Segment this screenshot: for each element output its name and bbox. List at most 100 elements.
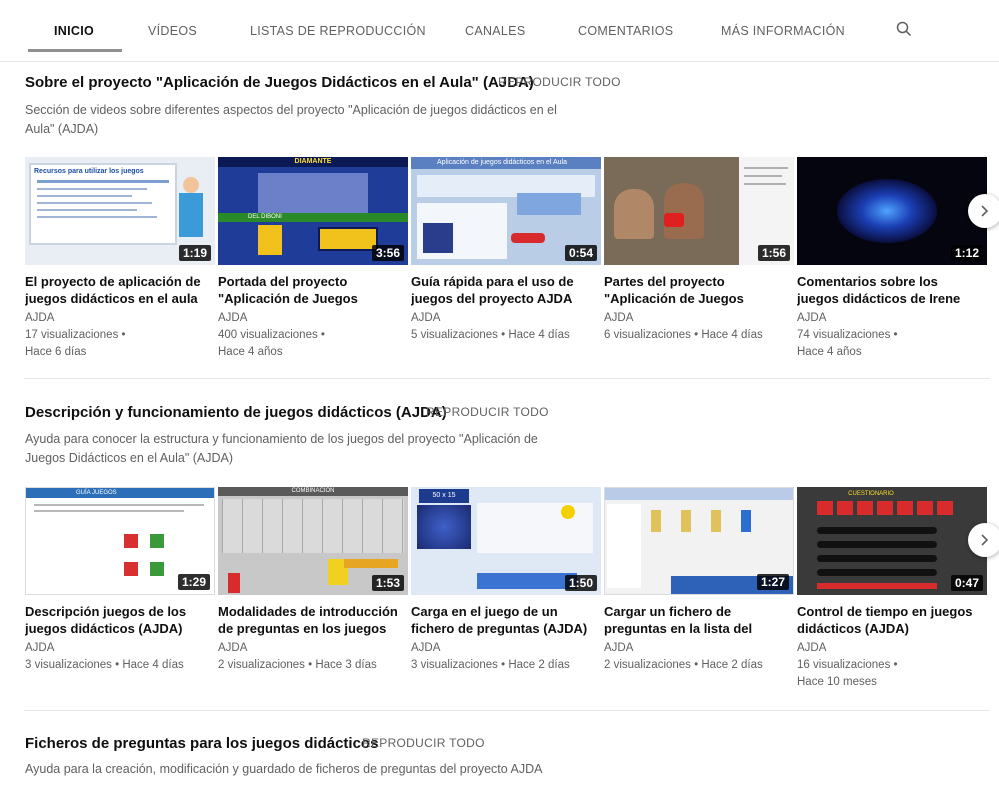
video-meta: 74 visualizaciones • Hace 4 años [797, 327, 977, 361]
slide-heading: Recursos para utilizar los juegos [34, 168, 144, 175]
video-meta: 2 visualizaciones • Hace 3 días [218, 657, 398, 674]
tab-inicio[interactable]: INICIO [54, 0, 94, 52]
video-duration: 3:56 [371, 245, 404, 261]
section-title[interactable]: Sobre el proyecto "Aplicación de Juegos … [25, 74, 534, 91]
section-description: Sección de videos sobre diferentes aspec… [25, 101, 557, 139]
video-duration: 1:50 [564, 575, 597, 591]
thumb-heading: COMBINACION [218, 487, 408, 496]
channel-name[interactable]: AJDA [604, 642, 633, 654]
video-thumbnail[interactable]: Aplicación de juegos didácticos en el Au… [411, 157, 601, 265]
tab-channels[interactable]: CANALES [465, 0, 525, 52]
section-divider [24, 378, 990, 379]
video-title-line: El proyecto de aplicación de [25, 274, 201, 289]
tab-comments[interactable]: COMENTARIOS [578, 0, 673, 52]
video-title-line: Portada del proyecto [218, 274, 348, 289]
video-title-line: Carga en el juego de un [411, 604, 558, 619]
section-title[interactable]: Descripción y funcionamiento de juegos d… [25, 404, 447, 421]
thumb-heading: GUÍA JUEGOS [26, 488, 214, 498]
video-age: Hace 4 años [218, 346, 283, 358]
video-thumbnail[interactable]: 1:56 [604, 157, 794, 265]
video-duration: 1:19 [178, 245, 211, 261]
video-views: 5 visualizaciones • Hace 4 días [411, 329, 570, 341]
video-title[interactable]: El proyecto de aplicación de juegos didác… [25, 273, 205, 307]
play-all-button[interactable]: REPRODUCIR TODO [498, 75, 621, 89]
video-title-line: Comentarios sobre los [797, 274, 938, 289]
channel-name[interactable]: AJDA [25, 642, 54, 654]
section-divider [24, 710, 990, 711]
video-title[interactable]: Modalidades de introducción de preguntas … [218, 603, 398, 637]
channel-name[interactable]: AJDA [604, 312, 633, 324]
video-duration: 1:12 [950, 245, 983, 261]
video-duration: 1:53 [371, 575, 404, 591]
shelf-next-button[interactable] [968, 523, 999, 557]
video-title-line: Partes del proyecto [604, 274, 725, 289]
channel-name[interactable]: AJDA [411, 642, 440, 654]
tab-playlists[interactable]: LISTAS DE REPRODUCCIÓN [250, 0, 426, 52]
search-icon[interactable] [896, 21, 916, 41]
video-title[interactable]: Comentarios sobre los juegos didácticos d… [797, 273, 977, 307]
video-meta: 17 visualizaciones • Hace 6 días [25, 327, 205, 361]
thumb-heading: CUESTIONARIO [848, 491, 894, 497]
video-age: Hace 4 años [797, 346, 862, 358]
video-title-line: juegos didácticos (AJDA) [25, 621, 183, 636]
tab-videos[interactable]: VÍDEOS [148, 0, 197, 52]
video-views: 2 visualizaciones • Hace 2 días [604, 659, 763, 671]
video-thumbnail[interactable]: Recursos para utilizar los juegos 1:19 [25, 157, 215, 265]
video-age: Hace 10 meses [797, 676, 877, 688]
video-views: 3 visualizaciones • Hace 2 días [411, 659, 570, 671]
video-title[interactable]: Guía rápida para el uso de juegos del pro… [411, 273, 591, 307]
section-description-line: Aula" (AJDA) [25, 122, 99, 136]
video-thumbnail[interactable]: 1:12 [797, 157, 987, 265]
video-thumbnail[interactable]: COMBINACION 1:53 [218, 487, 408, 595]
section-title[interactable]: Ficheros de preguntas para los juegos di… [25, 735, 378, 752]
channel-name[interactable]: AJDA [25, 312, 54, 324]
video-views: 17 visualizaciones • [25, 329, 126, 341]
play-all-button[interactable]: REPRODUCIR TODO [362, 736, 485, 750]
video-title[interactable]: Partes del proyecto "Aplicación de Juegos [604, 273, 784, 307]
video-title-line: Descripción juegos de los [25, 604, 187, 619]
video-thumbnail[interactable]: CUESTIONARIO 0:47 [797, 487, 987, 595]
video-title[interactable]: Control de tiempo en juegos didácticos (A… [797, 603, 977, 637]
video-views: 3 visualizaciones • Hace 4 días [25, 659, 184, 671]
play-all-button[interactable]: REPRODUCIR TODO [426, 405, 549, 419]
thumb-heading: DIAMANTE [218, 157, 408, 167]
channel-tabs: INICIO VÍDEOS LISTAS DE REPRODUCCIÓN CAN… [0, 0, 999, 62]
channel-name[interactable]: AJDA [797, 642, 826, 654]
video-thumbnail[interactable]: DIAMANTE DEL DIBONI 3:56 [218, 157, 408, 265]
channel-name[interactable]: AJDA [218, 642, 247, 654]
video-title[interactable]: Cargar un fichero de preguntas en la list… [604, 603, 784, 637]
video-meta: 2 visualizaciones • Hace 2 días [604, 657, 784, 674]
video-title-line: preguntas en la lista del [604, 621, 753, 636]
video-duration: 1:29 [177, 574, 210, 590]
video-thumbnail[interactable]: 50 x 15 1:50 [411, 487, 601, 595]
video-thumbnail[interactable]: GUÍA JUEGOS 1:29 [25, 487, 215, 595]
thumb-heading: 50 x 15 [419, 489, 469, 503]
video-thumbnail[interactable]: 1:27 [604, 487, 794, 595]
channel-name[interactable]: AJDA [218, 312, 247, 324]
channel-name[interactable]: AJDA [411, 312, 440, 324]
video-meta: 16 visualizaciones • Hace 10 meses [797, 657, 977, 691]
presenter-figure [183, 177, 199, 193]
video-title-line: juegos didácticos en el aula [25, 291, 198, 306]
video-meta: 6 visualizaciones • Hace 4 días [604, 327, 784, 344]
video-age: Hace 6 días [25, 346, 87, 358]
video-views: 6 visualizaciones • Hace 4 días [604, 329, 763, 341]
video-title[interactable]: Descripción juegos de los juegos didáctic… [25, 603, 205, 637]
video-views: 74 visualizaciones • [797, 329, 898, 341]
video-title-line: Control de tiempo en juegos [797, 604, 973, 619]
chevron-right-icon [981, 205, 989, 217]
glow-image [837, 179, 937, 243]
shelf-next-button[interactable] [968, 194, 999, 228]
chevron-right-icon [981, 534, 989, 546]
slide-board: Recursos para utilizar los juegos [29, 163, 177, 245]
video-duration: 1:56 [757, 245, 790, 261]
video-title-line: Cargar un fichero de [604, 604, 732, 619]
channel-name[interactable]: AJDA [797, 312, 826, 324]
video-duration: 1:27 [756, 574, 789, 590]
video-title[interactable]: Carga en el juego de un fichero de pregun… [411, 603, 591, 637]
video-title-line: didácticos (AJDA) [797, 621, 909, 636]
tab-about[interactable]: MÁS INFORMACIÓN [721, 0, 845, 52]
video-title-line: Modalidades de introducción [218, 604, 398, 619]
video-title[interactable]: Portada del proyecto "Aplicación de Juego… [218, 273, 398, 307]
video-views: 16 visualizaciones • [797, 659, 898, 671]
